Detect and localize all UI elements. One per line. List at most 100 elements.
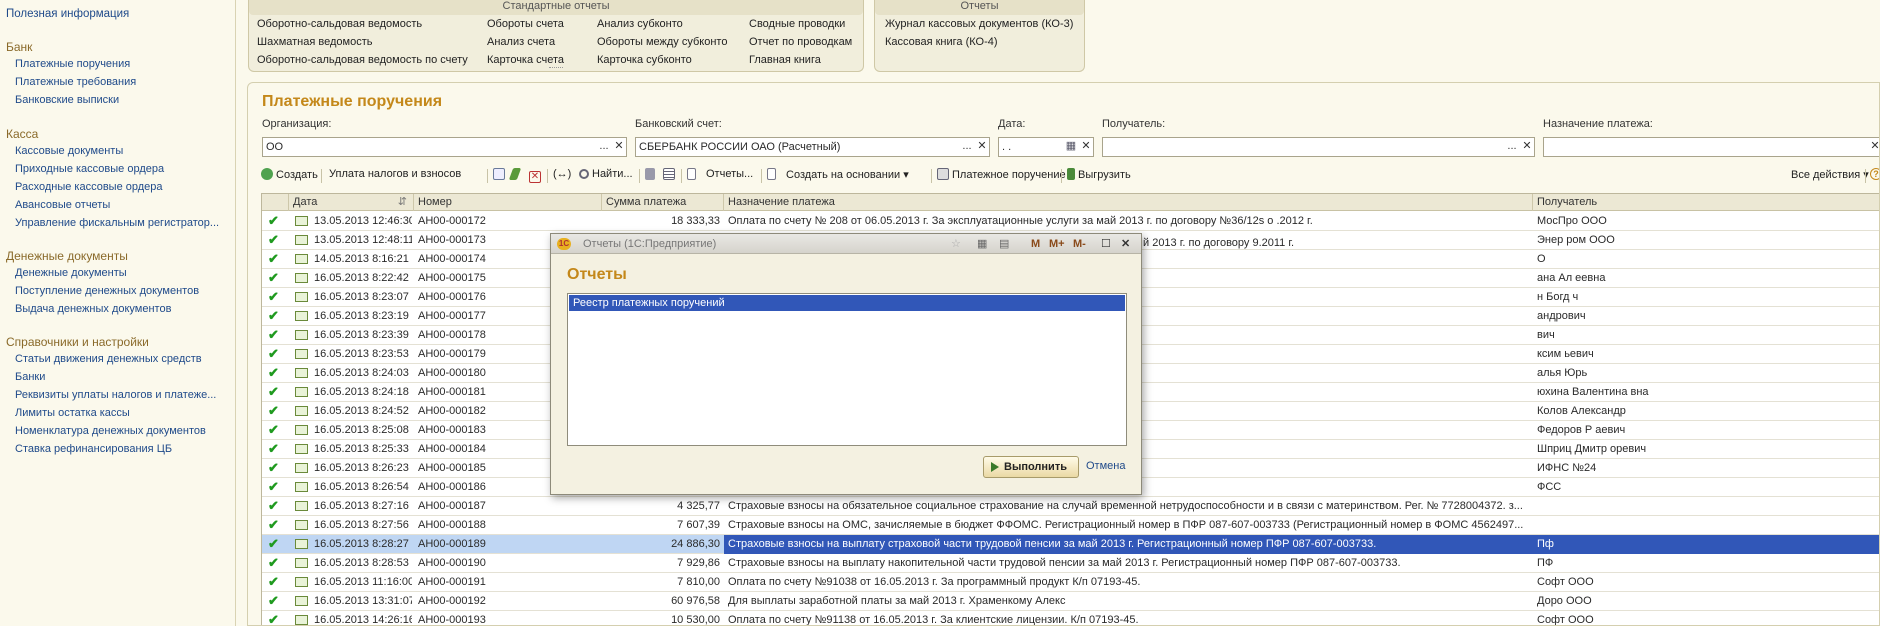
cell-date: 16.05.2013 11:16:00 [314, 576, 412, 588]
org-clear-icon[interactable]: ✕ [612, 138, 626, 156]
report-link[interactable]: Карточка субконто [597, 54, 692, 66]
bank-account-field[interactable]: СБЕРБАНК РОССИИ ОАО (Расчетный) ... ✕ [635, 137, 990, 157]
payment-order-button[interactable]: Платежное поручение [937, 168, 1066, 181]
create-based-button[interactable]: Создать на основании ▾ [786, 168, 909, 181]
column-header-purpose[interactable]: Назначение платежа [724, 194, 1533, 211]
date-clear-icon[interactable]: ✕ [1079, 138, 1093, 156]
sidebar-item-cash-limits[interactable]: Лимиты остатка кассы [15, 407, 130, 419]
sidebar-item-advance-reports[interactable]: Авансовые отчеты [15, 199, 110, 211]
sidebar-item-bank-statements[interactable]: Банковские выписки [15, 94, 119, 106]
delete-icon[interactable]: ✕ [529, 168, 544, 183]
bank-clear-icon[interactable]: ✕ [975, 138, 989, 156]
dialog-titlebar[interactable]: 1С Отчеты (1С:Предприятие) ☆ ▦ ▤ M M+ M-… [551, 234, 1141, 254]
purpose-field[interactable]: ✕ [1543, 137, 1879, 157]
sidebar-item-cash-docs[interactable]: Кассовые документы [15, 145, 123, 157]
date-value: . . [1002, 141, 1012, 153]
sidebar-item-cashflow-items[interactable]: Статьи движения денежных средств [15, 353, 202, 365]
report-link[interactable]: Карточка счета [487, 54, 564, 66]
report-link[interactable]: Шахматная ведомость [257, 36, 372, 48]
memory-plus-button[interactable]: M+ [1049, 234, 1065, 254]
report-link[interactable]: Обороты счета [487, 18, 564, 30]
filter-icon[interactable] [645, 168, 658, 181]
table-row[interactable]: ✔ 16.05.2013 11:16:00 АН00-000191 7 810,00 О… [262, 573, 1879, 592]
taxes-button[interactable]: Уплата налогов и взносов [329, 168, 461, 180]
table-row[interactable]: ✔ 16.05.2013 8:27:56 АН00-000188 7 607,39 Ст… [262, 516, 1879, 535]
report-link[interactable]: Отчет по проводкам [749, 36, 852, 48]
cell-date: 16.05.2013 8:22:42 [314, 272, 409, 284]
report-link-ko4[interactable]: Кассовая книга (КО-4) [885, 36, 998, 48]
purpose-clear-icon[interactable]: ✕ [1868, 138, 1879, 156]
list-icon[interactable] [663, 168, 678, 181]
table-row[interactable]: ✔ 16.05.2013 8:28:53 АН00-000190 7 929,86 Ст… [262, 554, 1879, 573]
memory-minus-button[interactable]: M- [1073, 234, 1086, 254]
calendar-icon[interactable]: ▦ [1064, 138, 1078, 156]
report-link[interactable]: Сводные проводки [749, 18, 845, 30]
sidebar-item-tax-details[interactable]: Реквизиты уплаты налогов и платеже... [15, 389, 216, 401]
create-button[interactable]: Создать [261, 168, 318, 181]
upload-button[interactable]: Выгрузить [1067, 168, 1131, 181]
table-row[interactable]: ✔ 16.05.2013 14:26:16 АН00-000193 10 530,00… [262, 611, 1879, 625]
table-row[interactable]: ✔ 16.05.2013 8:27:16 АН00-000187 4 325,77 Ст… [262, 497, 1879, 516]
sidebar-item-money-docs-out[interactable]: Выдача денежных документов [15, 303, 171, 315]
sync-icon[interactable]: (↔) [553, 168, 571, 180]
column-header-recipient[interactable]: Получатель [1533, 194, 1879, 211]
bank-select-button[interactable]: ... [960, 138, 974, 156]
sidebar-item-receipt-orders[interactable]: Приходные кассовые ордера [15, 163, 164, 175]
report-link[interactable]: Оборотно-сальдовая ведомость [257, 18, 422, 30]
report-link[interactable]: Оборотно-сальдовая ведомость по счету [257, 54, 468, 66]
sidebar-item-banks[interactable]: Банки [15, 371, 45, 383]
calendar-icon[interactable]: ▤ [999, 234, 1009, 254]
help-icon[interactable]: ? [1870, 168, 1879, 180]
close-icon[interactable]: ✕ [1121, 234, 1130, 254]
sidebar-link-useful-info[interactable]: Полезная информация [6, 8, 129, 20]
recipient-select-button[interactable]: ... [1505, 138, 1519, 156]
sidebar-group-money-docs[interactable]: Денежные документы [6, 249, 128, 263]
sidebar-item-money-docs[interactable]: Денежные документы [15, 267, 127, 279]
sidebar-item-money-nomenclature[interactable]: Номенклатура денежных документов [15, 425, 206, 437]
table-row[interactable]: ✔ 16.05.2013 8:28:27 АН00-000189 24 886,30 С… [262, 535, 1879, 554]
table-row[interactable]: ✔ 13.05.2013 12:46:30 АН00-000172 18 333,33… [262, 212, 1879, 231]
report-list-item-registry[interactable]: Реестр платежных поручений [569, 295, 1125, 311]
reports-list[interactable]: Реестр платежных поручений [567, 293, 1127, 446]
column-header-sum[interactable]: Сумма платежа [602, 194, 724, 211]
sidebar-item-refinancing-rate[interactable]: Ставка рефинансирования ЦБ [15, 443, 172, 455]
edit-icon[interactable] [508, 168, 522, 181]
posted-check-icon: ✔ [268, 251, 279, 266]
sidebar-group-settings[interactable]: Справочники и настройки [6, 335, 149, 349]
run-button[interactable]: Выполнить [983, 456, 1079, 478]
report-link-ko3[interactable]: Журнал кассовых документов (КО-3) [885, 18, 1073, 30]
sidebar-item-payment-orders[interactable]: Платежные поручения [15, 58, 130, 70]
sidebar-item-expense-orders[interactable]: Расходные кассовые ордера [15, 181, 163, 193]
sidebar-item-money-docs-in[interactable]: Поступление денежных документов [15, 285, 199, 297]
column-header-date[interactable]: Дата ⇵ [289, 194, 414, 211]
report-doc-icon[interactable] [687, 168, 699, 181]
table-row[interactable]: ✔ 16.05.2013 13:31:07 АН00-000192 60 976,58… [262, 592, 1879, 611]
report-link[interactable]: Главная книга [749, 54, 821, 66]
column-header-number[interactable]: Номер [414, 194, 602, 211]
report-link[interactable]: Анализ субконто [597, 18, 683, 30]
sidebar-group-cash[interactable]: Касса [6, 127, 38, 141]
star-icon[interactable]: ☆ [951, 234, 961, 254]
maximize-icon[interactable]: ☐ [1101, 234, 1111, 254]
calculator-icon[interactable]: ▦ [977, 234, 987, 254]
date-field[interactable]: . . ▦ ✕ [998, 137, 1094, 157]
all-actions-button[interactable]: Все действия ▾ [1791, 168, 1869, 181]
report-link[interactable]: Обороты между субконто [597, 36, 727, 48]
column-header-status[interactable] [262, 194, 289, 211]
sidebar-group-bank[interactable]: Банк [6, 40, 32, 54]
report-link[interactable]: Анализ счета [487, 36, 555, 48]
create-based-doc-icon[interactable] [767, 168, 779, 181]
cell-date: 16.05.2013 8:27:16 [314, 500, 409, 512]
recipient-clear-icon[interactable]: ✕ [1520, 138, 1534, 156]
panel-resize-handle[interactable] [549, 67, 563, 70]
sidebar-item-fiscal-register[interactable]: Управление фискальным регистратор... [15, 217, 219, 229]
recipient-field[interactable]: ... ✕ [1102, 137, 1535, 157]
reports-button[interactable]: Отчеты... [706, 168, 753, 180]
cancel-link[interactable]: Отмена [1086, 460, 1125, 472]
find-button[interactable]: Найти... [579, 168, 633, 180]
org-select-button[interactable]: ... [597, 138, 611, 156]
org-field[interactable]: ОО ... ✕ [262, 137, 627, 157]
sidebar-item-payment-requests[interactable]: Платежные требования [15, 76, 136, 88]
copy-icon[interactable] [493, 168, 508, 181]
memory-m-button[interactable]: M [1031, 234, 1040, 254]
